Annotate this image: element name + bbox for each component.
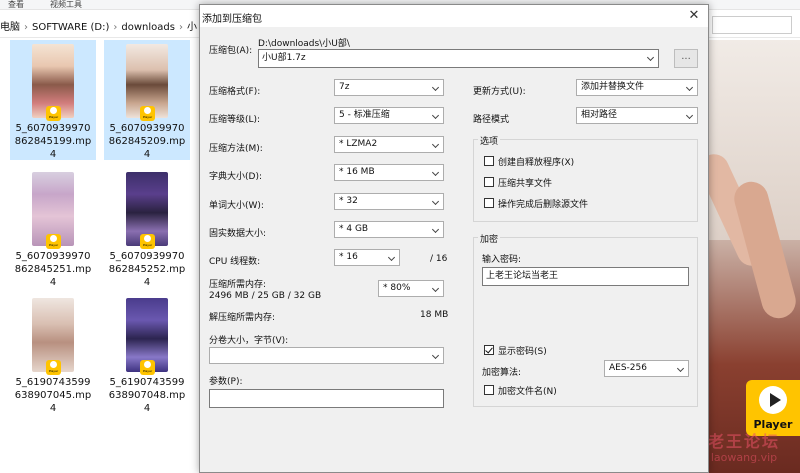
mem-usage-select[interactable]: * 80% (378, 280, 444, 297)
shared-files-label[interactable]: 压缩共享文件 (498, 176, 552, 189)
player-badge-icon: Player (46, 234, 61, 249)
breadcrumb: 电脑 › SOFTWARE (D:) › downloads › 小 (0, 18, 197, 33)
file-item[interactable]: Player 5_6190743599 638907045.mp 4 (10, 294, 96, 414)
player-badge-icon: Player (46, 360, 61, 375)
ribbon-tab-view[interactable]: 查看 (8, 0, 24, 10)
shared-files-checkbox[interactable] (484, 177, 494, 187)
word-select[interactable]: * 32 (334, 193, 444, 210)
encrypt-names-checkbox[interactable] (484, 385, 494, 395)
chevron-down-icon (687, 113, 694, 120)
dict-select[interactable]: * 16 MB (334, 164, 444, 181)
file-item[interactable]: Player 5_6070939970 862845251.mp 4 (10, 168, 96, 288)
mem-compress-detail: 2496 MB / 25 GB / 32 GB (209, 291, 322, 301)
delete-after-label[interactable]: 操作完成后删除源文件 (498, 197, 588, 210)
browse-button[interactable]: ... (674, 49, 698, 68)
chevron-down-icon (389, 255, 396, 262)
archive-label: 压缩包(A): (209, 46, 253, 56)
options-group: 选项 创建自释放程序(X) 压缩共享文件 操作完成后删除源文件 (473, 134, 698, 222)
encryption-method-select[interactable]: AES-256 (604, 360, 689, 377)
file-item[interactable]: Player 5_6190743599 638907048.mp 4 (104, 294, 190, 414)
player-badge-icon: Player (140, 106, 155, 121)
chevron-right-icon: › (178, 22, 183, 33)
level-select[interactable]: 5 - 标准压缩 (334, 107, 444, 124)
update-mode-select[interactable]: 添加并替换文件 (576, 79, 698, 96)
breadcrumb-item[interactable]: 电脑 (0, 22, 20, 33)
dialog-titlebar[interactable]: 添加到压缩包 ✕ (200, 5, 708, 27)
method-label: 压缩方法(M): (209, 144, 263, 154)
file-item[interactable]: Player 5_6070939970 862845209.mp 4 (104, 40, 190, 160)
file-item[interactable]: Player 5_6070939970 862845199.mp 4 (10, 40, 96, 160)
sfx-checkbox[interactable] (484, 156, 494, 166)
threads-max: / 16 (430, 254, 448, 264)
delete-after-checkbox[interactable] (484, 198, 494, 208)
encrypt-names-label[interactable]: 加密文件名(N) (498, 384, 557, 397)
file-name: 5_6070939970 862845252.mp 4 (108, 251, 186, 288)
archive-name-combo[interactable]: 小U部1.7z (258, 49, 659, 68)
breadcrumb-item[interactable]: 小 (187, 22, 197, 33)
search-input[interactable] (712, 16, 792, 34)
options-group-title: 选项 (478, 134, 501, 147)
encryption-group: 加密 输入密码: 上老王论坛当老王 显示密码(S) 加密算法: AES-256 … (473, 232, 698, 407)
solid-label: 固实数据大小: (209, 229, 267, 239)
format-label: 压缩格式(F): (209, 87, 261, 97)
file-name: 5_6070939970 862845209.mp 4 (108, 123, 186, 160)
file-name: 5_6190743599 638907048.mp 4 (108, 377, 186, 414)
chevron-down-icon (433, 142, 440, 149)
mem-decompress-label: 解压缩所需内存: (209, 313, 276, 323)
chevron-down-icon (687, 85, 694, 92)
dict-label: 字典大小(D): (209, 172, 262, 182)
file-name: 5_6070939970 862845199.mp 4 (14, 123, 92, 160)
level-label: 压缩等级(L): (209, 115, 261, 125)
show-password-label[interactable]: 显示密码(S) (498, 344, 547, 357)
add-to-archive-dialog: 添加到压缩包 ✕ 压缩包(A): D:\downloads\小U部\ 小U部1.… (199, 4, 709, 473)
split-label: 分卷大小，字节(V): (209, 336, 289, 346)
chevron-down-icon (433, 85, 440, 92)
file-name: 5_6190743599 638907045.mp 4 (14, 377, 92, 414)
chevron-down-icon (433, 170, 440, 177)
chevron-right-icon: › (24, 22, 28, 33)
player-badge-icon: Player (140, 234, 155, 249)
encryption-group-title: 加密 (478, 232, 501, 245)
file-name: 5_6070939970 862845251.mp 4 (14, 251, 92, 288)
update-mode-label: 更新方式(U): (473, 87, 526, 97)
path-mode-label: 路径模式 (473, 115, 510, 125)
split-size-combo[interactable] (209, 347, 444, 364)
player-badge-icon: Player (46, 106, 61, 121)
dialog-title: 添加到压缩包 (202, 14, 262, 25)
params-label: 参数(P): (209, 377, 243, 387)
breadcrumb-item[interactable]: downloads (121, 22, 175, 33)
sfx-label[interactable]: 创建自释放程序(X) (498, 155, 574, 168)
chevron-down-icon (433, 286, 440, 293)
password-label: 输入密码: (482, 255, 522, 265)
file-item[interactable]: Player 5_6070939970 862845252.mp 4 (104, 168, 190, 288)
mem-compress-label: 压缩所需内存: (209, 280, 267, 290)
chevron-right-icon: › (113, 22, 118, 33)
close-icon[interactable]: ✕ (684, 7, 704, 25)
chevron-down-icon (433, 227, 440, 234)
params-input[interactable] (209, 389, 444, 408)
mem-decompress-value: 18 MB (420, 310, 449, 320)
format-select[interactable]: 7z (334, 79, 444, 96)
word-label: 单词大小(W): (209, 201, 264, 211)
threads-label: CPU 线程数: (209, 257, 261, 267)
solid-select[interactable]: * 4 GB (334, 221, 444, 238)
chevron-down-icon (678, 366, 685, 373)
encryption-method-label: 加密算法: (482, 368, 522, 378)
chevron-down-icon (433, 199, 440, 206)
threads-select[interactable]: * 16 (334, 249, 400, 266)
archive-path: D:\downloads\小U部\ (258, 39, 350, 49)
password-input[interactable]: 上老王论坛当老王 (482, 267, 689, 286)
show-password-checkbox[interactable] (484, 345, 494, 355)
chevron-down-icon (433, 353, 440, 360)
chevron-down-icon (648, 55, 655, 62)
path-mode-select[interactable]: 相对路径 (576, 107, 698, 124)
chevron-down-icon (433, 113, 440, 120)
player-badge-icon: Player (140, 360, 155, 375)
ribbon-tab-video-tools[interactable]: 视频工具 (50, 0, 82, 10)
breadcrumb-item[interactable]: SOFTWARE (D:) (32, 22, 109, 33)
method-select[interactable]: * LZMA2 (334, 136, 444, 153)
